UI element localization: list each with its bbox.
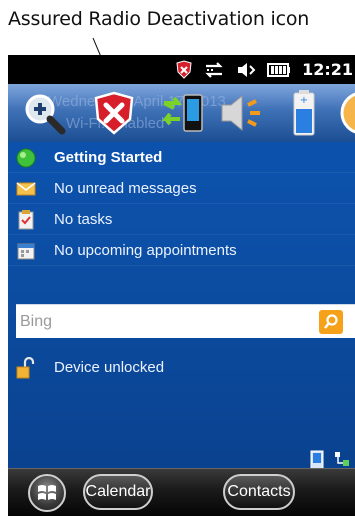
contacts-softkey[interactable]: Contacts bbox=[223, 474, 295, 510]
device-screen: 12:21 Wednesday, April 17, 2013 Wi-Fi: E… bbox=[8, 55, 355, 516]
connectivity-icon[interactable] bbox=[203, 55, 225, 84]
clock-icon[interactable] bbox=[338, 89, 355, 137]
status-bar: 12:21 bbox=[8, 55, 355, 84]
device-lock-status[interactable]: Device unlocked bbox=[8, 354, 355, 384]
today-list: Getting Started No unread messages No ta… bbox=[8, 142, 355, 266]
device-icon[interactable] bbox=[310, 450, 324, 470]
list-item-label: No tasks bbox=[54, 211, 113, 228]
list-item-label: No upcoming appointments bbox=[54, 242, 237, 259]
list-item-label: No unread messages bbox=[54, 180, 197, 197]
radio-deactivation-shield-icon[interactable] bbox=[90, 89, 138, 137]
search-icon bbox=[324, 314, 338, 329]
zoom-icon[interactable] bbox=[20, 89, 68, 137]
search-placeholder: Bing bbox=[20, 313, 53, 330]
device-lock-label: Device unlocked bbox=[54, 359, 165, 376]
battery-status-icon[interactable]: + bbox=[280, 89, 328, 137]
list-item-appointments[interactable]: No upcoming appointments bbox=[8, 235, 355, 266]
list-item-getting-started[interactable]: Getting Started bbox=[8, 142, 355, 173]
connection-manager-icon[interactable] bbox=[160, 89, 208, 137]
list-item-label: Getting Started bbox=[54, 149, 163, 166]
tasks-icon bbox=[18, 210, 34, 230]
start-button[interactable] bbox=[28, 474, 66, 512]
callout-caption: Assured Radio Deactivation icon bbox=[8, 8, 310, 30]
softkey-bar: Calendar Contacts bbox=[8, 468, 355, 516]
volume-icon[interactable] bbox=[218, 89, 266, 137]
calendar-icon bbox=[17, 243, 35, 260]
windows-logo-icon bbox=[38, 485, 56, 500]
getting-started-icon bbox=[16, 148, 36, 168]
bing-search-box[interactable]: Bing bbox=[16, 304, 355, 338]
network-icon[interactable] bbox=[334, 450, 350, 470]
list-item-tasks[interactable]: No tasks bbox=[8, 204, 355, 235]
calendar-softkey[interactable]: Calendar bbox=[83, 474, 153, 510]
volume-mute-icon[interactable] bbox=[236, 55, 256, 84]
radio-deactivation-icon[interactable] bbox=[176, 55, 192, 84]
messages-icon bbox=[16, 182, 36, 196]
clock[interactable]: 12:21 bbox=[302, 55, 353, 84]
list-item-messages[interactable]: No unread messages bbox=[8, 173, 355, 204]
svg-text:+: + bbox=[300, 95, 308, 106]
search-button[interactable] bbox=[319, 310, 343, 334]
battery-icon[interactable] bbox=[267, 55, 291, 84]
today-toolbar: Wednesday, April 17, 2013 Wi-Fi: Enabled… bbox=[8, 84, 355, 142]
unlocked-padlock-icon bbox=[16, 357, 35, 379]
